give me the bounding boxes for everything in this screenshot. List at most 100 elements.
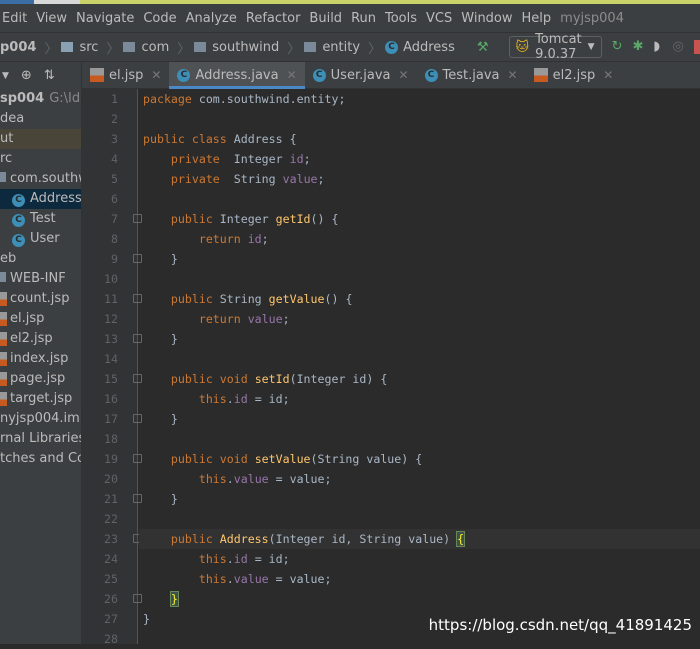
tree-item[interactable]: eb [0, 249, 81, 269]
tree-item[interactable]: dea [0, 109, 81, 129]
tree-item[interactable]: C Test [0, 209, 81, 229]
folder-icon [0, 272, 6, 282]
code-token: id [247, 232, 262, 246]
tree-item[interactable]: target.jsp [0, 389, 81, 409]
code-editor[interactable]: package com.southwind.entity; public clas… [139, 89, 700, 644]
run-config-select[interactable]: 🐱 Tomcat 9.0.37 ▼ [508, 32, 602, 62]
menu-refactor[interactable]: Refactor [246, 11, 301, 26]
breadcrumb-item[interactable]: p004 [0, 40, 36, 55]
line-number: 26 [104, 592, 118, 606]
code-line: } [143, 589, 179, 609]
breadcrumb-item[interactable]: southwind [194, 40, 279, 55]
tree-item[interactable]: C User [0, 229, 81, 249]
menu-build[interactable]: Build [309, 11, 342, 26]
tree-label: el2.jsp [10, 331, 53, 346]
breadcrumb-item[interactable]: com [123, 40, 169, 55]
tab-Test-java[interactable]: C Test.java ✕ [417, 62, 526, 88]
tree-item[interactable]: C Address [0, 189, 81, 209]
profile-icon[interactable]: ◎ [672, 39, 683, 55]
code-token: { [456, 531, 466, 547]
menu-tools[interactable]: Tools [385, 11, 417, 26]
tree-item[interactable]: com.southwi [0, 169, 81, 189]
close-icon[interactable]: ✕ [151, 68, 161, 82]
line-number: 16 [104, 392, 118, 406]
tab-el-jsp[interactable]: el.jsp ✕ [82, 62, 169, 88]
tree-item[interactable]: index.jsp [0, 349, 81, 369]
tree-label: rc [0, 151, 13, 166]
tree-item[interactable]: rc [0, 149, 81, 169]
class-icon: C [312, 68, 326, 82]
line-number: 18 [104, 432, 118, 446]
line-number: 9 [111, 252, 118, 266]
tree-item[interactable]: page.jsp [0, 369, 81, 389]
locate-icon[interactable]: ⊕ [21, 68, 32, 83]
dropdown-icon[interactable]: ▼ [2, 71, 9, 81]
code-line: public String getValue() { [143, 289, 353, 309]
code-token: ; [282, 312, 290, 326]
code-token: value [233, 572, 269, 586]
menu-bar: Edit View Navigate Code Analyze Refactor Build… [0, 4, 700, 32]
menu-view[interactable]: View [36, 11, 67, 26]
menu-navigate[interactable]: Navigate [76, 11, 134, 26]
debug-icon[interactable]: ✱ [632, 39, 643, 55]
tree-item[interactable]: ut [0, 129, 81, 149]
tree-item[interactable]: sp004 G:\Idea [0, 89, 81, 109]
tab-label: el.jsp [109, 67, 144, 83]
line-number: 15 [104, 372, 118, 386]
breadcrumb-label: p004 [0, 39, 37, 55]
close-icon[interactable]: ✕ [508, 68, 518, 82]
tree-label: User [30, 231, 60, 246]
jsp-file-icon [90, 68, 104, 82]
tree-item[interactable]: nyjsp004.iml [0, 409, 81, 429]
line-number: 20 [104, 472, 118, 486]
menu-code[interactable]: Code [143, 11, 176, 26]
editor-tabs: el.jsp ✕ C Address.java ✕ C User.java ✕ C Test.ja… [82, 62, 700, 89]
tab-el2-jsp[interactable]: el2.jsp ✕ [526, 62, 622, 88]
jsp-file-icon [0, 351, 7, 366]
code-token: . [226, 572, 234, 586]
tree-item[interactable]: rnal Libraries [0, 429, 81, 449]
code-line: this.value = value; [143, 469, 332, 489]
tree-label: page.jsp [10, 371, 66, 386]
tree-item[interactable]: count.jsp [0, 289, 81, 309]
code-line: public Address(Integer id, String value)… [143, 529, 466, 549]
breadcrumb-item[interactable]: src [61, 40, 98, 55]
breadcrumb-item[interactable]: entity [304, 40, 360, 55]
code-token: } [143, 412, 178, 426]
code-token: } [169, 591, 179, 607]
tree-item[interactable]: WEB-INF [0, 269, 81, 289]
tree-item[interactable]: tches and Con [0, 449, 81, 469]
line-number: 10 [104, 272, 118, 286]
tree-label: dea [0, 111, 25, 126]
tab-User-java[interactable]: C User.java ✕ [305, 62, 417, 88]
stop-icon[interactable] [693, 40, 700, 54]
line-number: 11 [104, 292, 118, 306]
tree-item[interactable]: el2.jsp [0, 329, 81, 349]
tree-item[interactable]: el.jsp [0, 309, 81, 329]
code-token: } [143, 492, 178, 506]
breadcrumb-item[interactable]: C Address [385, 40, 455, 55]
jsp-file-icon [533, 68, 548, 82]
tree-label: Test [30, 211, 56, 226]
build-hammer-icon[interactable]: ⚒ [477, 40, 489, 55]
menu-vcs[interactable]: VCS [426, 11, 452, 26]
collapse-icon[interactable]: ⇅ [44, 68, 55, 83]
menu-edit[interactable]: Edit [2, 11, 27, 26]
breadcrumb-separator: 〉 [44, 41, 58, 57]
tab-label: User.java [330, 67, 391, 83]
menu-help[interactable]: Help [522, 11, 552, 26]
close-icon[interactable]: ✕ [603, 68, 613, 82]
code-token: this [143, 392, 227, 406]
menu-window[interactable]: Window [461, 11, 512, 26]
close-icon[interactable]: ✕ [398, 68, 408, 82]
code-token: private [143, 152, 234, 166]
code-line: this.id = id; [143, 549, 290, 569]
menu-analyze[interactable]: Analyze [186, 11, 237, 26]
code-token: setValue [254, 452, 311, 466]
menu-run[interactable]: Run [351, 11, 376, 26]
coverage-icon[interactable]: ◗ [653, 39, 662, 55]
close-icon[interactable]: ✕ [287, 68, 297, 82]
rerun-icon[interactable]: ↻ [612, 39, 623, 55]
tab-Address-java[interactable]: C Address.java ✕ [169, 62, 305, 89]
